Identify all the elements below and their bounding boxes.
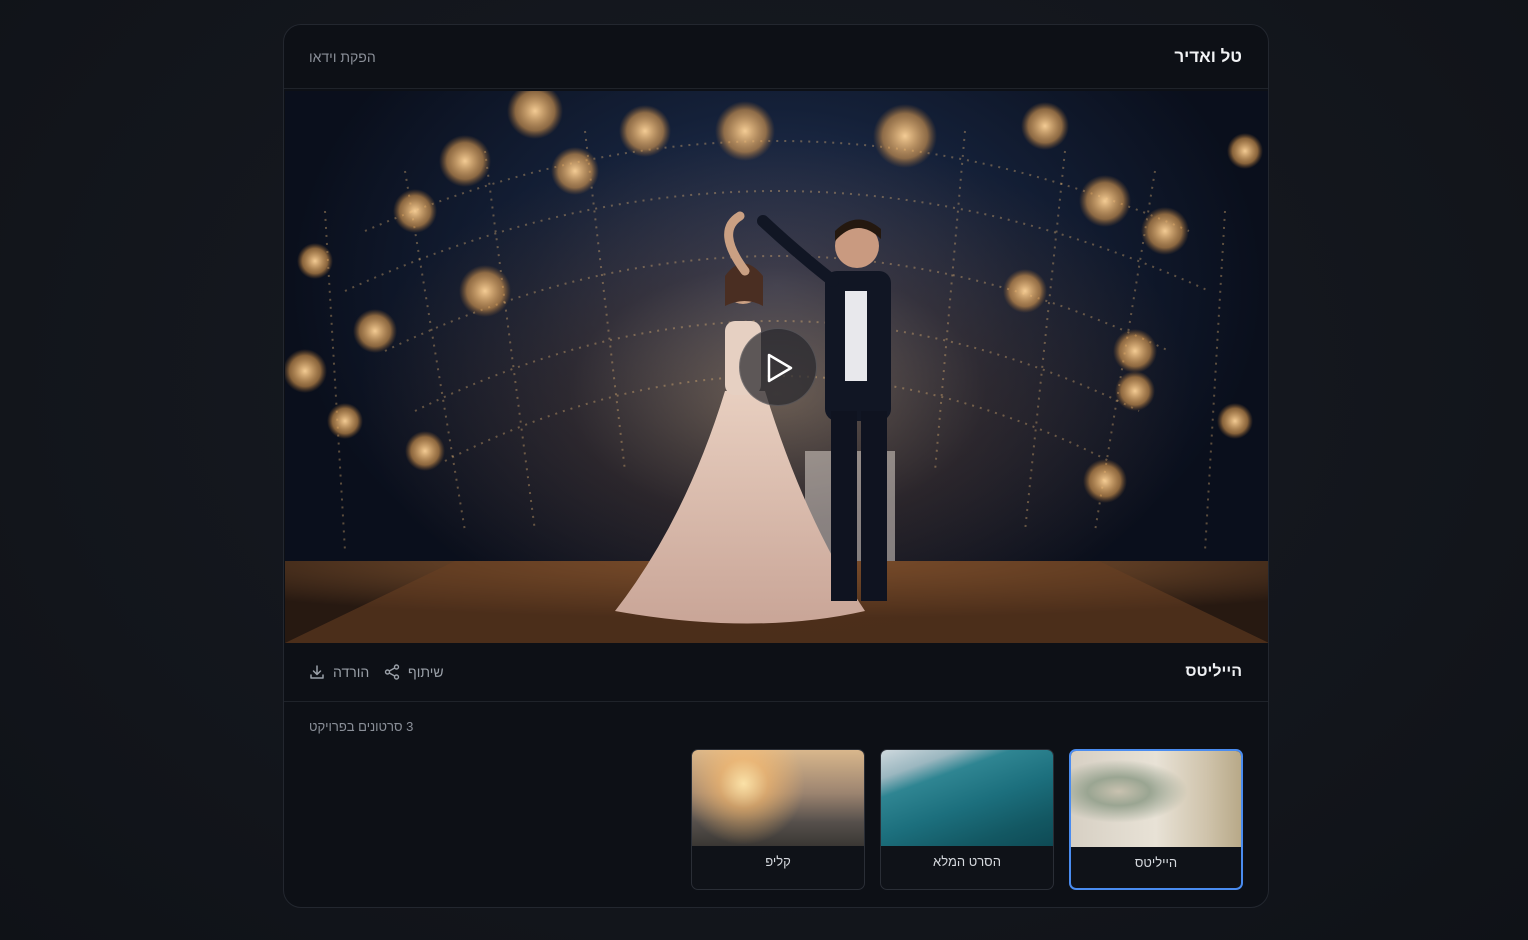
video-item-clip[interactable]: קליפ <box>691 749 865 890</box>
video-list: הייליטס הסרט המלא קליפ <box>691 749 1245 890</box>
share-button[interactable]: שיתוף <box>384 662 444 682</box>
current-video-title: הייליטס <box>1185 663 1242 680</box>
video-item-highlights[interactable]: הייליטס <box>1069 749 1243 890</box>
video-item-label: הסרט המלא <box>933 854 1001 869</box>
video-toolbar: הייליטס שיתוף הורדה <box>284 644 1268 702</box>
video-item-label: קליפ <box>765 854 791 869</box>
video-thumbnail <box>881 750 1053 846</box>
video-item-full-film[interactable]: הסרט המלא <box>880 749 1054 890</box>
video-thumbnail <box>1071 751 1241 847</box>
share-icon <box>384 664 400 680</box>
card-header: טל ואדיר הפקת וידאו <box>284 25 1268 89</box>
video-player[interactable] <box>285 91 1268 643</box>
project-subtitle: הפקת וידאו <box>309 49 376 65</box>
video-card: טל ואדיר הפקת וידאו הייליטס שיתוף הורדה … <box>283 24 1269 908</box>
share-label: שיתוף <box>408 664 444 680</box>
download-button[interactable]: הורדה <box>309 662 369 682</box>
download-label: הורדה <box>333 664 370 680</box>
project-title: טל ואדיר <box>1174 47 1242 66</box>
video-item-label: הייליטס <box>1134 855 1178 870</box>
play-button[interactable] <box>739 328 817 406</box>
video-thumbnail <box>692 750 864 846</box>
play-icon <box>767 353 793 383</box>
video-count: 3 סרטונים בפרויקט <box>309 719 414 734</box>
download-icon <box>310 665 324 679</box>
